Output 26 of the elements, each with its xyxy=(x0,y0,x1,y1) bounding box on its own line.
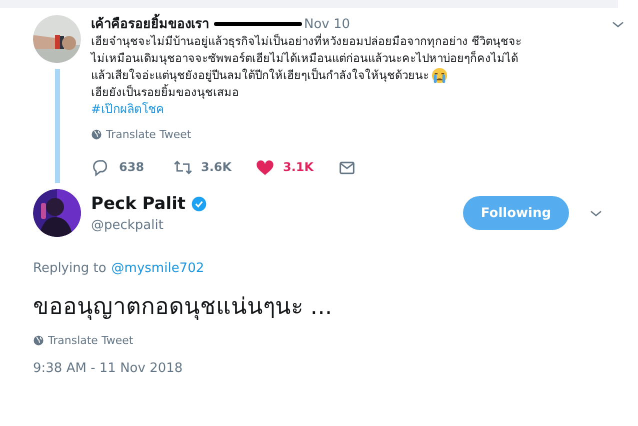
tweet-text: ขออนุญาตกอดนุชแน่นๆนะ ... xyxy=(33,293,334,322)
user-name[interactable]: Peck Palit xyxy=(91,194,186,214)
globe-icon xyxy=(33,335,44,346)
translate-link[interactable]: Translate Tweet xyxy=(48,334,134,347)
action-count: 638 xyxy=(119,158,144,176)
chevron-down-icon[interactable] xyxy=(589,208,603,218)
replying-label: Replying to xyxy=(33,261,106,276)
crying-face-icon xyxy=(430,67,449,84)
user-handle[interactable]: @peckpalit xyxy=(91,218,207,232)
heart-icon[interactable] xyxy=(255,158,275,176)
tweet-timestamp[interactable]: 9:38 AM - 11 Nov 2018 xyxy=(33,361,633,376)
globe-icon xyxy=(91,129,102,140)
tweet-text: เฮียยังเป็นรอยยิ้มของนุชเสมอ xyxy=(91,84,239,101)
retweet-icon[interactable] xyxy=(173,158,193,176)
user-name[interactable]: เค้าคือรอยยิ้มของเรา xyxy=(91,16,209,32)
action-count: 3.6K xyxy=(201,158,232,176)
following-button[interactable]: Following xyxy=(463,196,569,230)
tweet-text: แล้วเสียใจอ่ะแต่นุชยังอยู่ปีนลมใต้ปีกให้เฮียๆเป็นกำลังใจให้นุชด้วยนะ xyxy=(91,67,429,84)
translate-link[interactable]: Translate Tweet xyxy=(106,126,192,143)
tweet-text: ไม่เหมือนเดิมนุชอาจจะซัพพอร์ตเฮียไม่ได้เหมือนแต่ก่อนแล้วนะคะไปหาบ่อยๆก็คงไม่ได้ xyxy=(91,50,518,67)
chevron-down-icon[interactable] xyxy=(611,19,625,29)
tweet-text: เฮียจ๋านุชจะไม่มีบ้านอยู่แล้วธุรกิจไม่เป็นอย่างที่หวังยอมปล่อยมือจากทุกอย่าง ชีวิตนุชจะ xyxy=(91,33,522,50)
hashtag-link[interactable]: #เป๊กผลิตโชค xyxy=(91,101,633,118)
tweet-date[interactable]: Nov 10 xyxy=(304,16,350,32)
action-count: 3.1K xyxy=(283,158,314,176)
mention-link[interactable]: @mysmile702 xyxy=(111,261,204,276)
